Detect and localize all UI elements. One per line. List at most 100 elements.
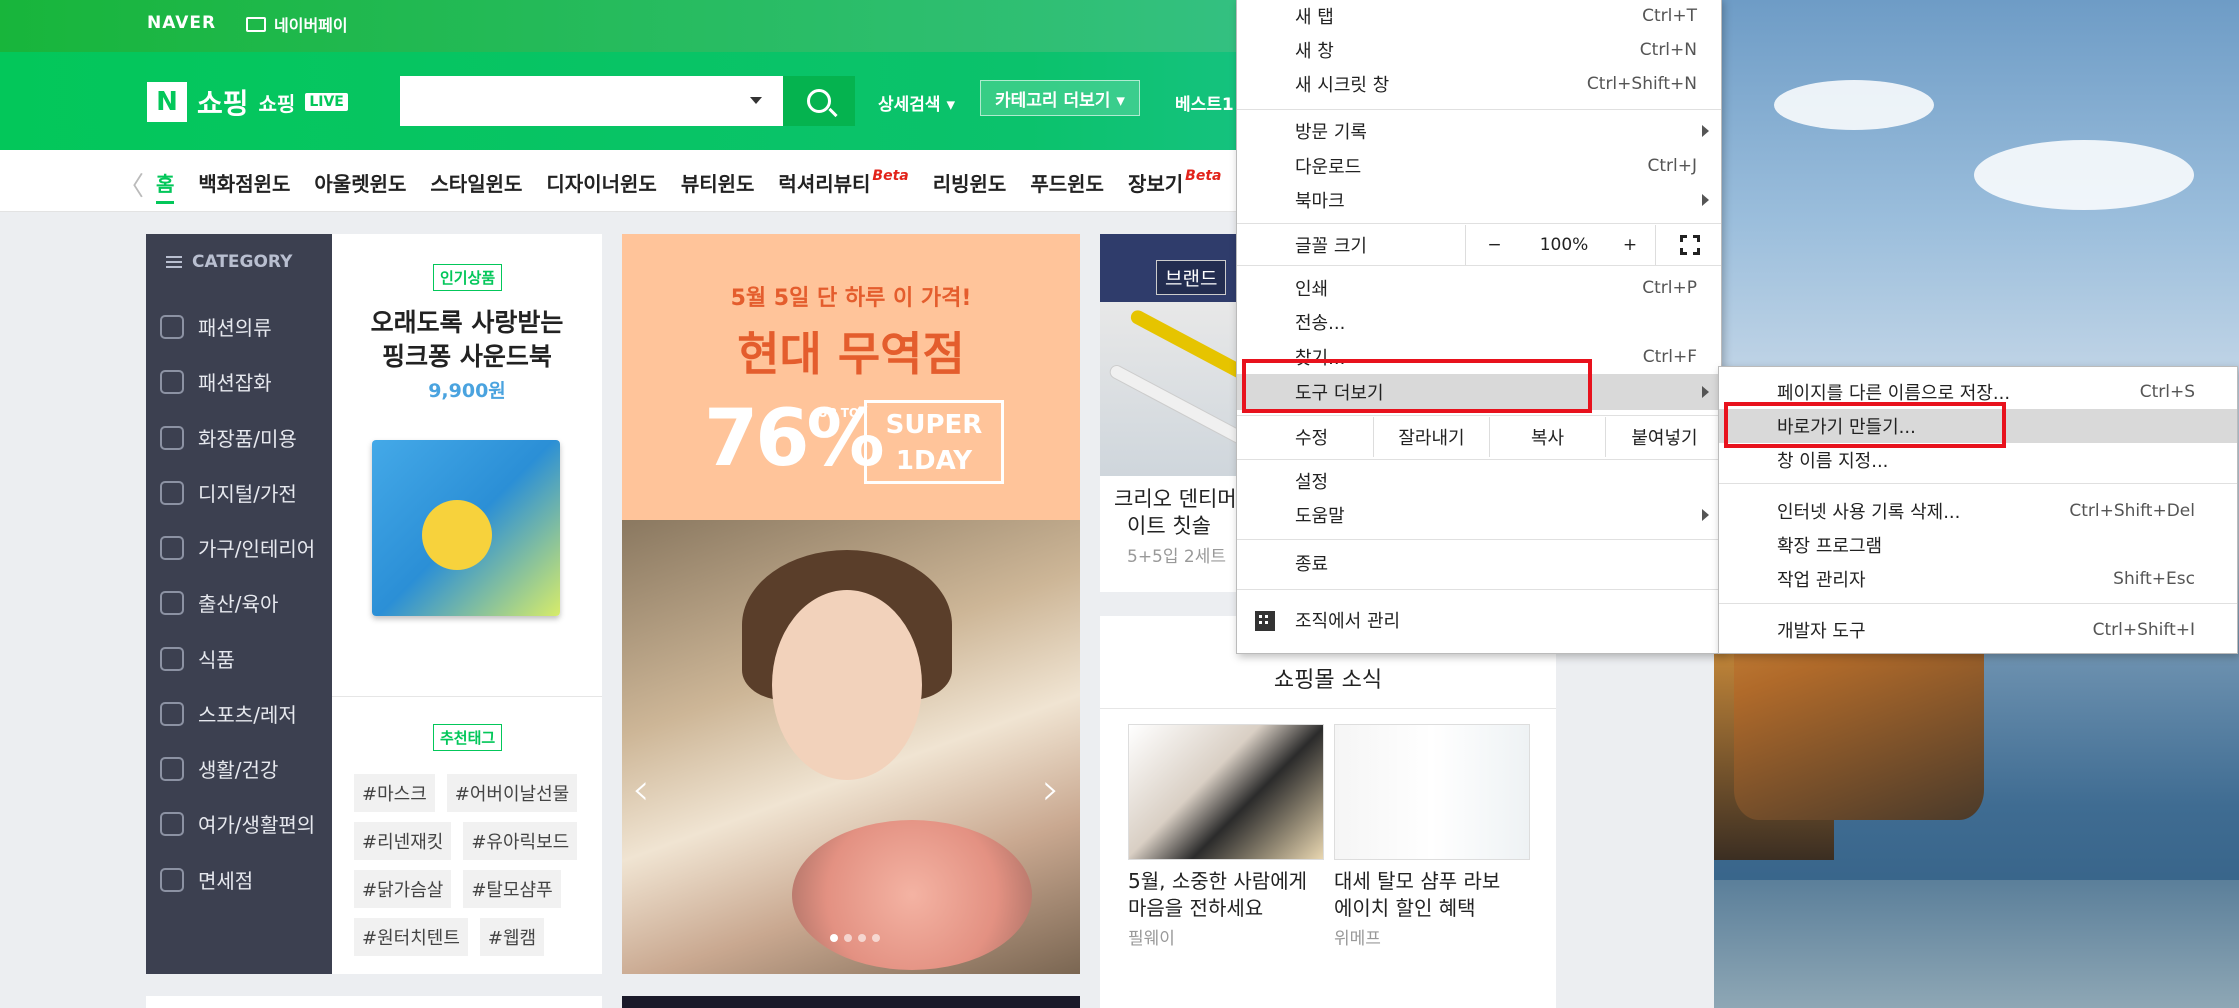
tab-outlet[interactable]: 아울렛윈도 <box>314 168 406 204</box>
search-input[interactable] <box>400 76 783 126</box>
menu-item-more-tools[interactable]: 도구 더보기 <box>1237 374 1721 410</box>
product-image[interactable] <box>372 440 560 616</box>
pagination-dot[interactable] <box>844 934 852 942</box>
menu-item-devtools[interactable]: 개발자 도구 Ctrl+Shift+I <box>1719 613 2237 647</box>
category-more-button[interactable]: 카테고리 더보기 ▾ <box>980 80 1140 116</box>
naverpay-label: 네이버페이 <box>274 16 348 35</box>
menu-label: 새 시크릿 창 <box>1295 75 1390 96</box>
menu-item-settings[interactable]: 설정 <box>1237 464 1721 498</box>
category-item[interactable]: 생활/건강 <box>160 754 278 783</box>
menu-label: 찾기... <box>1295 348 1346 369</box>
banner-upto: UP TO <box>818 406 860 420</box>
fullscreen-button[interactable] <box>1655 225 1723 265</box>
menu-item-save-as[interactable]: 페이지를 다른 이름으로 저장... Ctrl+S <box>1719 375 2237 409</box>
shopping-logo[interactable]: N 쇼핑 쇼핑 LIVE <box>147 82 348 122</box>
banner-next-icon[interactable]: › <box>1042 764 1060 815</box>
news-image[interactable] <box>1128 724 1324 860</box>
search-dropdown-icon[interactable] <box>750 97 762 104</box>
tag[interactable]: #유아릭보드 <box>463 822 578 860</box>
menu-item-incognito[interactable]: 새 시크릿 창 Ctrl+Shift+N <box>1237 67 1721 101</box>
pagination-dot[interactable] <box>830 934 838 942</box>
category-item[interactable]: 화장품/미용 <box>160 423 297 452</box>
recommended-tags-badge: 추천태그 <box>433 724 503 751</box>
tent-icon <box>160 701 184 726</box>
menu-label: 다운로드 <box>1295 157 1362 178</box>
menu-item-clear-data[interactable]: 인터넷 사용 기록 삭제... Ctrl+Shift+Del <box>1719 494 2237 528</box>
category-item[interactable]: 면세점 <box>160 865 253 894</box>
category-item[interactable]: 출산/육아 <box>160 588 278 617</box>
category-item[interactable]: 디지털/가전 <box>160 478 297 507</box>
product-title: 오래도록 사랑받는 핑크퐁 사운드북 <box>332 306 602 374</box>
naver-logo[interactable]: NAVER <box>147 13 216 33</box>
tag[interactable]: #원터치텐트 <box>354 918 468 956</box>
category-item[interactable]: 패션잡화 <box>160 367 272 396</box>
zoom-out-button[interactable]: − <box>1465 225 1523 265</box>
basket-icon <box>160 756 184 781</box>
menu-item-name-window[interactable]: 창 이름 지정... <box>1719 443 2237 477</box>
tab-grocery[interactable]: 장보기 Beta <box>1128 168 1222 204</box>
tag[interactable]: #리넨재킷 <box>354 822 452 860</box>
menu-item-help[interactable]: 도움말 <box>1237 498 1721 532</box>
menu-item-new-window[interactable]: 새 창 Ctrl+N <box>1237 33 1721 67</box>
menu-item-exit[interactable]: 종료 <box>1237 546 1721 580</box>
paste-button[interactable]: 붙여넣기 <box>1605 417 1723 457</box>
tag[interactable]: #웹캠 <box>479 918 545 956</box>
search-button[interactable] <box>783 76 855 126</box>
menu-item-extensions[interactable]: 확장 프로그램 <box>1719 528 2237 562</box>
tag[interactable]: #탈모샴푸 <box>463 870 561 908</box>
menu-item-new-tab[interactable]: 새 탭 Ctrl+T <box>1237 0 1721 33</box>
banner-pagination <box>830 934 880 942</box>
menu-separator <box>1237 539 1721 540</box>
popular-product-card[interactable]: 인기상품 오래도록 사랑받는 핑크퐁 사운드북 9,900원 추천태그 #마스크… <box>332 234 602 974</box>
tag[interactable]: #마스크 <box>354 774 435 812</box>
brand-product-sub: 5+5입 2세트 <box>1127 547 1227 567</box>
category-item[interactable]: 가구/인테리어 <box>160 533 315 562</box>
pagination-dot[interactable] <box>858 934 866 942</box>
main-banner[interactable]: 5월 5일 단 하루 이 가격! 현대 무역점 76% UP TO SUPER … <box>622 234 1080 974</box>
menu-item-print[interactable]: 인쇄 Ctrl+P <box>1237 271 1721 305</box>
tag[interactable]: #어버이날선물 <box>446 774 578 812</box>
nav-prev-icon[interactable]: 〈 <box>118 166 144 203</box>
menu-item-bookmarks[interactable]: 북마크 <box>1237 183 1721 217</box>
naverpay-link[interactable]: 네이버페이 <box>246 12 348 36</box>
tag-list: #마스크 #어버이날선물 #리넨재킷 #유아릭보드 #닭가슴살 #탈모샴푸 #원… <box>354 774 594 956</box>
tab-designer[interactable]: 디자이너윈도 <box>546 168 656 204</box>
tab-living[interactable]: 리빙윈도 <box>933 168 1007 204</box>
category-item[interactable]: 여가/생활편의 <box>160 809 315 838</box>
banner-prev-icon[interactable]: ‹ <box>632 764 650 815</box>
tab-food[interactable]: 푸드윈도 <box>1030 168 1104 204</box>
tab-beauty[interactable]: 뷰티윈도 <box>681 168 755 204</box>
menu-label: 인터넷 사용 기록 삭제... <box>1777 502 1961 523</box>
tab-luxury-beauty-label: 럭셔리뷰티 <box>778 172 871 196</box>
menu-item-cast[interactable]: 전송... <box>1237 305 1721 339</box>
menu-shortcut: Ctrl+Shift+I <box>2092 620 2195 640</box>
news-image[interactable] <box>1334 724 1530 860</box>
menu-item-task-manager[interactable]: 작업 관리자 Shift+Esc <box>1719 562 2237 596</box>
banner-title: 현대 무역점 <box>737 327 965 381</box>
tab-luxury-beauty[interactable]: 럭셔리뷰티 Beta <box>778 168 908 204</box>
menu-item-find[interactable]: 찾기... Ctrl+F <box>1237 340 1721 374</box>
product-name-line: 크리오 덴티머 <box>1114 487 1237 511</box>
cut-button[interactable]: 잘라내기 <box>1373 417 1489 457</box>
menu-separator <box>1237 459 1721 460</box>
menu-item-create-shortcut[interactable]: 바로가기 만들기... <box>1719 409 2237 443</box>
category-item[interactable]: 식품 <box>160 644 235 673</box>
menu-item-managed[interactable]: 조직에서 관리 <box>1237 603 1721 637</box>
category-item[interactable]: 패션의류 <box>160 312 272 341</box>
tab-department[interactable]: 백화점윈도 <box>198 168 290 204</box>
pagination-dot[interactable] <box>872 934 880 942</box>
category-item[interactable]: 스포츠/레저 <box>160 699 297 728</box>
beach <box>1714 880 2239 1008</box>
best-link[interactable]: 베스트1 <box>1175 90 1234 115</box>
news-headline[interactable]: 대세 탈모 샴푸 라보 에이치 할인 혜택 <box>1334 868 1544 922</box>
tab-home[interactable]: 홈 <box>156 168 175 204</box>
advanced-search-button[interactable]: 상세검색 ▾ <box>878 90 955 115</box>
tag[interactable]: #닭가슴살 <box>354 870 452 908</box>
menu-item-downloads[interactable]: 다운로드 Ctrl+J <box>1237 149 1721 183</box>
news-headline[interactable]: 5월, 소중한 사람에게 마음을 전하세요 <box>1128 868 1338 922</box>
tab-style[interactable]: 스타일윈도 <box>430 168 522 204</box>
zoom-in-button[interactable]: + <box>1605 225 1655 265</box>
menu-shortcut: Ctrl+Shift+N <box>1586 74 1697 94</box>
copy-button[interactable]: 복사 <box>1489 417 1605 457</box>
menu-item-history[interactable]: 방문 기록 <box>1237 114 1721 148</box>
